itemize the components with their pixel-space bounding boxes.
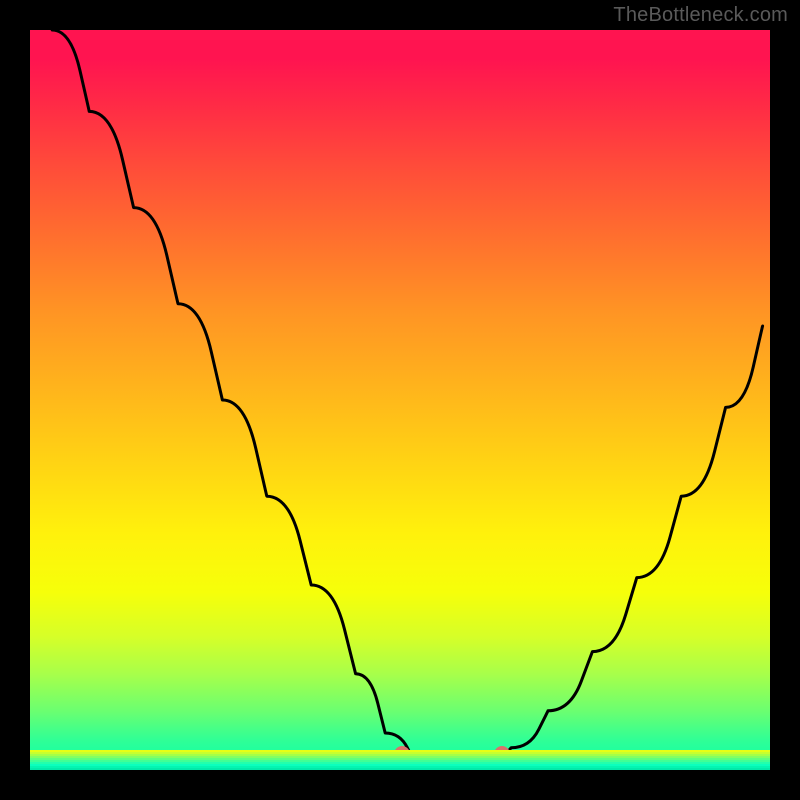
- watermark-label: TheBottleneck.com: [613, 4, 788, 27]
- bottom-stripe: [30, 768, 770, 770]
- plot-area: [30, 30, 770, 770]
- bottleneck-curve: [30, 30, 770, 770]
- chart-frame: TheBottleneck.com: [0, 0, 800, 800]
